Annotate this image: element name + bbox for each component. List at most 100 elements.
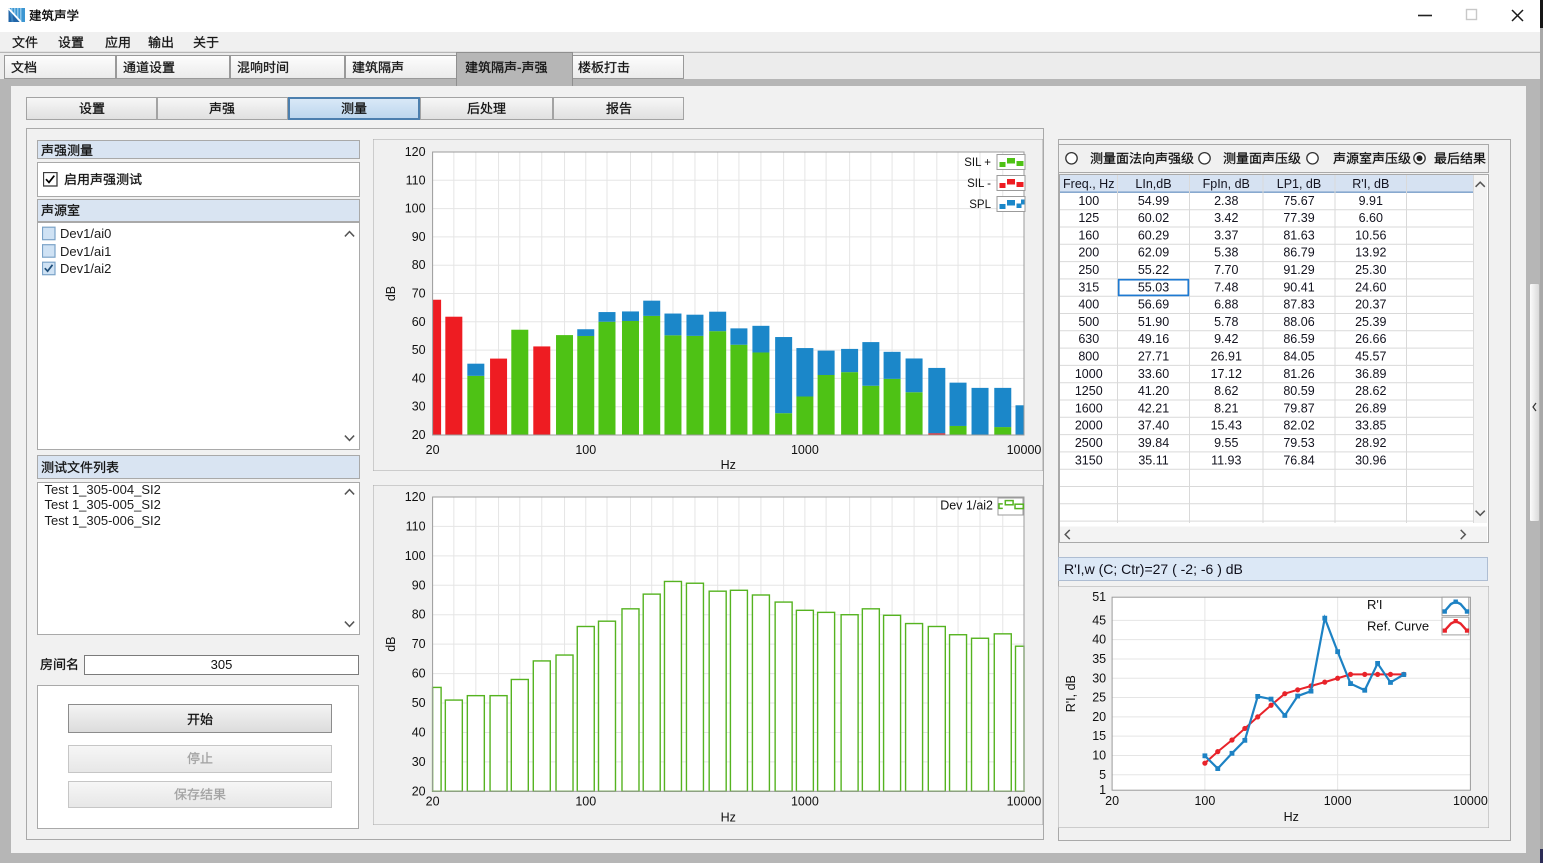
svg-text:Hz: Hz bbox=[721, 810, 736, 824]
svg-text:100: 100 bbox=[1194, 794, 1215, 808]
svg-text:55.03: 55.03 bbox=[1137, 281, 1168, 295]
svg-text:60: 60 bbox=[412, 667, 426, 681]
svg-text:20: 20 bbox=[1105, 794, 1119, 808]
svg-text:LIn,dB: LIn,dB bbox=[1135, 177, 1171, 191]
svg-text:40: 40 bbox=[1092, 633, 1106, 647]
svg-text:10000: 10000 bbox=[1007, 443, 1042, 457]
svg-text:SPL: SPL bbox=[969, 199, 991, 211]
svg-text:26.66: 26.66 bbox=[1355, 332, 1386, 346]
svg-text:1000: 1000 bbox=[1324, 794, 1352, 808]
svg-text:91.29: 91.29 bbox=[1283, 263, 1314, 277]
svg-text:3.42: 3.42 bbox=[1214, 211, 1238, 225]
svg-text:R'I, dB: R'I, dB bbox=[1352, 177, 1389, 191]
svg-text:70: 70 bbox=[412, 287, 426, 301]
svg-text:81.26: 81.26 bbox=[1283, 367, 1314, 381]
svg-text:10.56: 10.56 bbox=[1355, 229, 1386, 243]
svg-text:42.21: 42.21 bbox=[1137, 402, 1168, 416]
svg-text:8.21: 8.21 bbox=[1214, 402, 1238, 416]
svg-text:30: 30 bbox=[1092, 671, 1106, 685]
svg-text:3150: 3150 bbox=[1074, 454, 1102, 468]
svg-text:800: 800 bbox=[1078, 350, 1099, 364]
svg-text:50: 50 bbox=[412, 343, 426, 357]
svg-text:10: 10 bbox=[1092, 748, 1106, 762]
svg-text:2.38: 2.38 bbox=[1214, 194, 1238, 208]
svg-text:1000: 1000 bbox=[791, 443, 819, 457]
svg-text:8.62: 8.62 bbox=[1214, 384, 1238, 398]
svg-text:30: 30 bbox=[412, 755, 426, 769]
svg-text:51: 51 bbox=[1092, 590, 1106, 604]
svg-text:6.60: 6.60 bbox=[1358, 211, 1382, 225]
svg-text:50: 50 bbox=[412, 696, 426, 710]
svg-text:110: 110 bbox=[406, 173, 426, 187]
svg-text:86.59: 86.59 bbox=[1283, 332, 1314, 346]
svg-text:54.99: 54.99 bbox=[1137, 194, 1168, 208]
svg-text:30: 30 bbox=[412, 400, 426, 414]
svg-text:77.39: 77.39 bbox=[1283, 211, 1314, 225]
svg-text:SIL -: SIL - bbox=[967, 178, 991, 190]
svg-text:1600: 1600 bbox=[1074, 402, 1102, 416]
svg-text:LP1, dB: LP1, dB bbox=[1276, 177, 1320, 191]
svg-text:40: 40 bbox=[412, 371, 426, 385]
svg-text:62.09: 62.09 bbox=[1137, 246, 1168, 260]
svg-text:5: 5 bbox=[1099, 768, 1106, 782]
svg-text:200: 200 bbox=[1078, 246, 1099, 260]
svg-text:33.85: 33.85 bbox=[1355, 419, 1386, 433]
svg-text:81.63: 81.63 bbox=[1283, 229, 1314, 243]
svg-text:28.62: 28.62 bbox=[1355, 384, 1386, 398]
svg-text:56.69: 56.69 bbox=[1137, 298, 1168, 312]
svg-text:15.43: 15.43 bbox=[1210, 419, 1241, 433]
svg-text:20.37: 20.37 bbox=[1355, 298, 1386, 312]
svg-text:86.79: 86.79 bbox=[1283, 246, 1314, 260]
svg-text:dB: dB bbox=[384, 637, 398, 652]
svg-text:2500: 2500 bbox=[1074, 436, 1102, 450]
svg-text:500: 500 bbox=[1078, 315, 1099, 329]
svg-text:25: 25 bbox=[1092, 691, 1106, 705]
svg-text:100: 100 bbox=[405, 202, 426, 216]
svg-text:R'I, dB: R'I, dB bbox=[1064, 675, 1078, 712]
svg-text:45.57: 45.57 bbox=[1355, 350, 1386, 364]
svg-text:79.53: 79.53 bbox=[1283, 436, 1314, 450]
svg-text:120: 120 bbox=[405, 145, 426, 159]
svg-text:SIL +: SIL + bbox=[964, 157, 991, 169]
svg-text:51.90: 51.90 bbox=[1137, 315, 1168, 329]
svg-text:90: 90 bbox=[412, 578, 426, 592]
svg-text:3.37: 3.37 bbox=[1214, 229, 1238, 243]
svg-text:27.71: 27.71 bbox=[1137, 350, 1168, 364]
svg-text:Dev 1/ai2: Dev 1/ai2 bbox=[940, 499, 993, 513]
svg-text:10000: 10000 bbox=[1453, 794, 1488, 808]
svg-text:60.02: 60.02 bbox=[1137, 211, 1168, 225]
svg-text:100: 100 bbox=[575, 443, 596, 457]
svg-text:37.40: 37.40 bbox=[1137, 419, 1168, 433]
svg-text:100: 100 bbox=[405, 549, 426, 563]
svg-text:100: 100 bbox=[1078, 194, 1099, 208]
svg-text:9.55: 9.55 bbox=[1214, 436, 1238, 450]
svg-text:40: 40 bbox=[412, 725, 426, 739]
svg-text:20: 20 bbox=[426, 794, 440, 808]
svg-text:49.16: 49.16 bbox=[1137, 332, 1168, 346]
svg-text:13.92: 13.92 bbox=[1355, 246, 1386, 260]
svg-text:80: 80 bbox=[412, 258, 426, 272]
svg-text:90.41: 90.41 bbox=[1283, 281, 1314, 295]
svg-text:35: 35 bbox=[1092, 652, 1106, 666]
svg-text:45: 45 bbox=[1092, 613, 1106, 627]
svg-text:5.38: 5.38 bbox=[1214, 246, 1238, 260]
svg-text:26.91: 26.91 bbox=[1210, 350, 1241, 364]
svg-text:315: 315 bbox=[1078, 281, 1099, 295]
svg-text:20: 20 bbox=[412, 784, 426, 798]
svg-text:36.89: 36.89 bbox=[1355, 367, 1386, 381]
svg-text:24.60: 24.60 bbox=[1355, 281, 1386, 295]
svg-text:88.06: 88.06 bbox=[1283, 315, 1314, 329]
svg-text:Hz: Hz bbox=[721, 458, 736, 471]
svg-text:60.29: 60.29 bbox=[1137, 229, 1168, 243]
svg-text:Ref. Curve: Ref. Curve bbox=[1367, 619, 1429, 634]
svg-text:20: 20 bbox=[426, 443, 440, 457]
svg-text:79.87: 79.87 bbox=[1283, 402, 1314, 416]
svg-text:7.70: 7.70 bbox=[1214, 263, 1238, 277]
svg-text:17.12: 17.12 bbox=[1210, 367, 1241, 381]
svg-text:20: 20 bbox=[1092, 710, 1106, 724]
svg-text:125: 125 bbox=[1078, 211, 1099, 225]
svg-text:120: 120 bbox=[405, 490, 426, 504]
svg-text:76.84: 76.84 bbox=[1283, 454, 1314, 468]
svg-text:9.91: 9.91 bbox=[1358, 194, 1382, 208]
svg-text:84.05: 84.05 bbox=[1283, 350, 1314, 364]
